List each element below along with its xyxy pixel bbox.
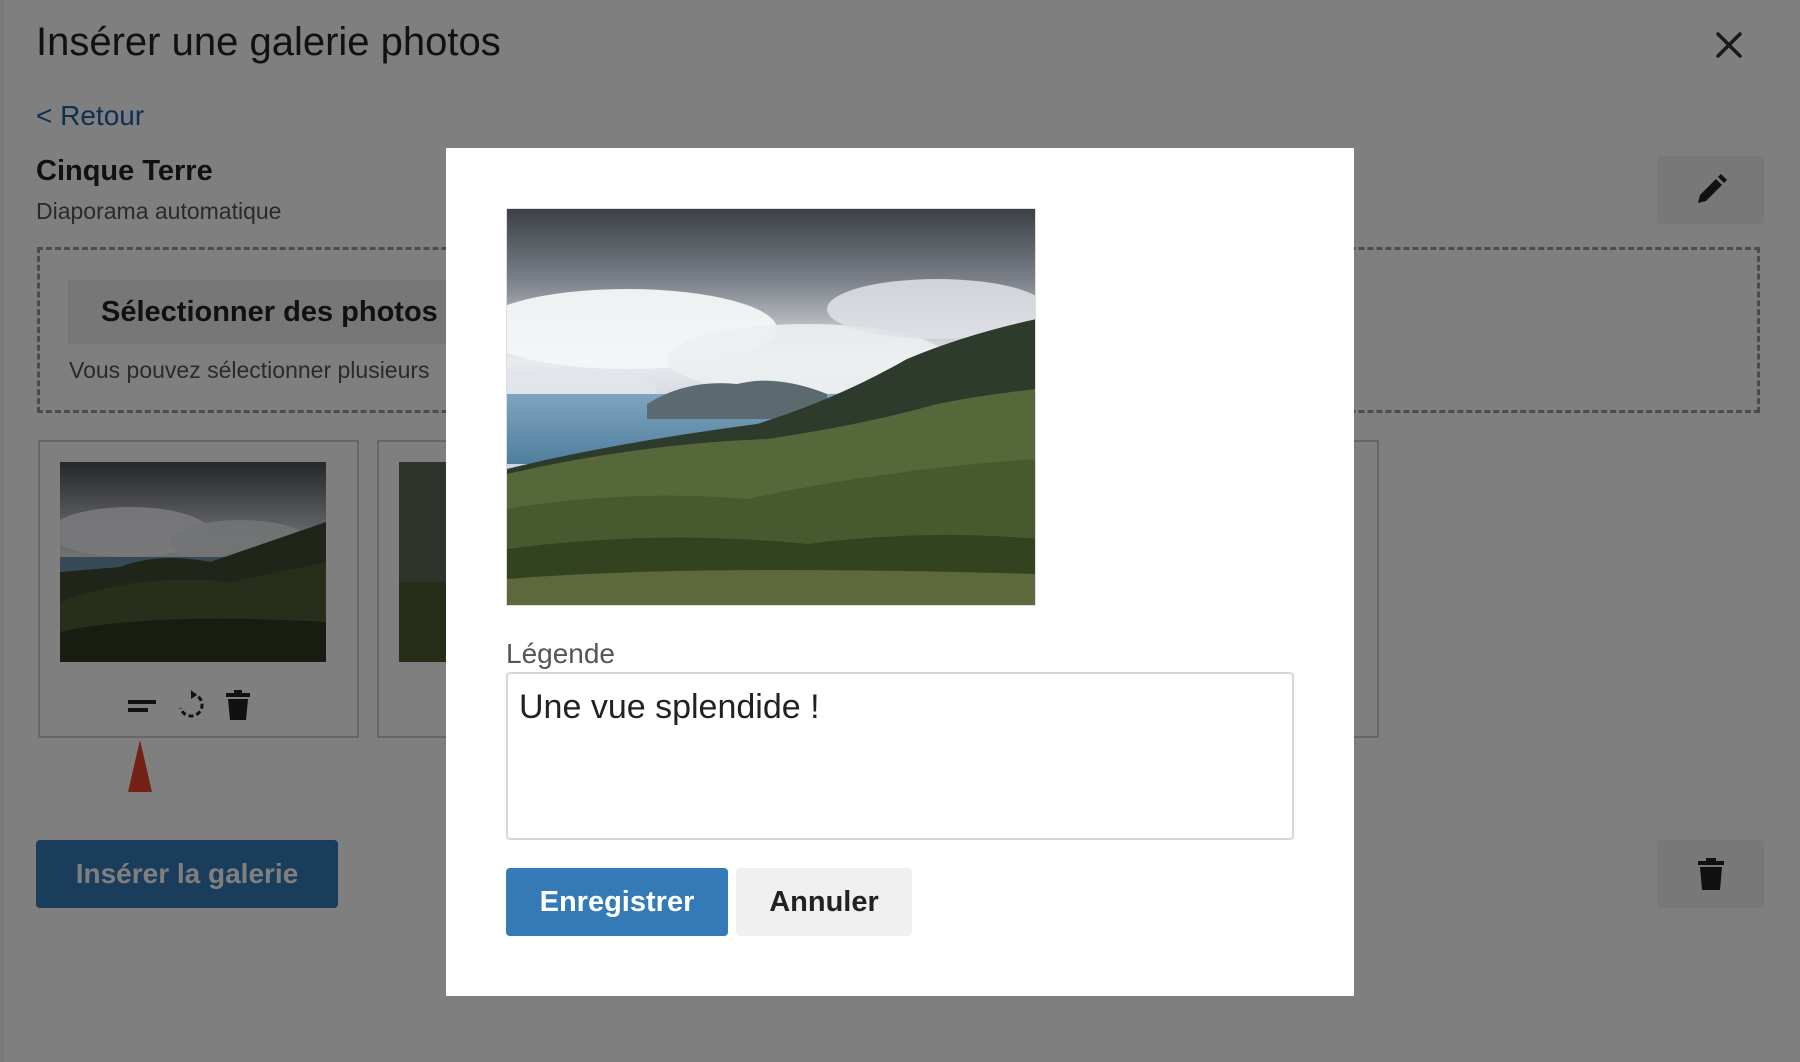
caption-textarea[interactable]: Une vue splendide !	[506, 672, 1294, 840]
screen: Insérer une galerie photos < Retour Cinq…	[0, 0, 1800, 1062]
caption-label: Légende	[506, 638, 616, 669]
cancel-button[interactable]: Annuler	[736, 868, 912, 936]
caption-modal: Légende Une vue splendide ! Enregistrer …	[446, 148, 1354, 996]
save-button[interactable]: Enregistrer	[506, 868, 728, 936]
landscape-photo	[507, 209, 1035, 605]
modal-photo-preview	[506, 208, 1036, 606]
